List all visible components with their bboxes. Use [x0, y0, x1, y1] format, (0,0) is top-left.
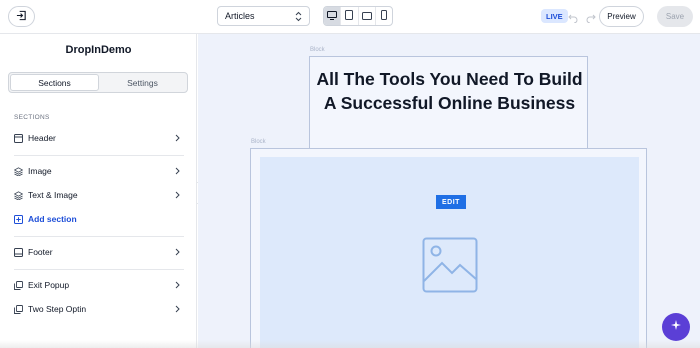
layers-icon: [14, 190, 23, 200]
tab-sections[interactable]: Sections: [10, 74, 99, 91]
undo-icon[interactable]: [568, 10, 578, 28]
desktop-view-button[interactable]: [324, 7, 342, 25]
mobile-view-button[interactable]: [376, 7, 392, 25]
sidebar-item-image[interactable]: Image: [14, 163, 184, 179]
chevron-up-down-icon: [295, 11, 302, 24]
headline-block[interactable]: All The Tools You Need To Build A Succes…: [309, 56, 588, 149]
preview-button[interactable]: Preview: [599, 6, 644, 27]
footer-layout-icon: [14, 247, 23, 257]
sidebar-item-footer[interactable]: Footer: [14, 244, 184, 260]
redo-icon[interactable]: [586, 10, 596, 28]
block-label: Block: [310, 47, 325, 53]
tab-settings[interactable]: Settings: [99, 74, 186, 91]
chevron-right-icon: [175, 134, 180, 144]
layers-icon: [14, 166, 23, 176]
device-switcher: [323, 6, 393, 26]
popup-icon: [14, 280, 23, 290]
chevron-right-icon: [175, 281, 180, 291]
desktop-icon: [327, 7, 338, 25]
image-placeholder-icon: [422, 237, 478, 298]
top-bar: Articles LIVE Preview Save: [0, 0, 700, 34]
divider: [14, 269, 184, 270]
exit-editor-button[interactable]: [8, 6, 35, 27]
page-headline[interactable]: All The Tools You Need To Build A Succes…: [310, 67, 589, 115]
save-button[interactable]: Save: [657, 6, 693, 27]
image-block[interactable]: EDIT: [250, 148, 647, 348]
sidebar-item-label: Exit Popup: [28, 280, 70, 290]
tablet-icon: [345, 7, 354, 25]
sidebar-item-label: Image: [28, 166, 52, 176]
sparkle-icon: [670, 318, 682, 336]
sidebar-item-label: Text & Image: [28, 190, 78, 200]
add-section-button[interactable]: Add section: [14, 211, 184, 227]
block-label: Block: [251, 139, 266, 145]
sidebar-tabs: Sections Settings: [8, 72, 188, 93]
live-status-badge: LIVE: [541, 9, 568, 23]
tablet-landscape-view-button[interactable]: [359, 7, 376, 25]
bottom-shadow: [0, 340, 700, 348]
page-select-value: Articles: [225, 11, 255, 21]
tablet-view-button[interactable]: [341, 7, 359, 25]
sections-heading: SECTIONS: [14, 114, 50, 121]
exit-icon: [16, 8, 27, 26]
plus-square-icon: [14, 214, 23, 224]
sidebar-item-label: Footer: [28, 247, 53, 257]
divider: [14, 155, 184, 156]
divider: [14, 236, 184, 237]
chevron-right-icon: [175, 191, 180, 201]
sidebar-item-two-step-optin[interactable]: Two Step Optin: [14, 301, 184, 317]
site-title: DropInDemo: [65, 44, 132, 56]
assistant-fab-button[interactable]: [662, 313, 690, 341]
popup-icon: [14, 304, 23, 314]
sidebar: DropInDemo Sections Settings SECTIONS He…: [0, 34, 197, 348]
image-placeholder-area[interactable]: EDIT: [260, 157, 639, 348]
chevron-right-icon: [175, 305, 180, 315]
sidebar-item-label: Header: [28, 133, 56, 143]
add-section-label: Add section: [28, 214, 77, 224]
sidebar-item-label: Two Step Optin: [28, 304, 87, 314]
chevron-right-icon: [175, 248, 180, 258]
mobile-icon: [380, 7, 387, 25]
sidebar-item-exit-popup[interactable]: Exit Popup: [14, 277, 184, 293]
page-select[interactable]: Articles: [217, 6, 310, 26]
header-layout-icon: [14, 133, 23, 143]
sidebar-item-text-image[interactable]: Text & Image: [14, 187, 184, 203]
sidebar-item-header[interactable]: Header: [14, 130, 184, 146]
tablet-landscape-icon: [361, 7, 372, 25]
chevron-right-icon: [175, 167, 180, 177]
editor-canvas: Block All The Tools You Need To Build A …: [198, 34, 700, 348]
edit-image-button[interactable]: EDIT: [436, 195, 466, 209]
